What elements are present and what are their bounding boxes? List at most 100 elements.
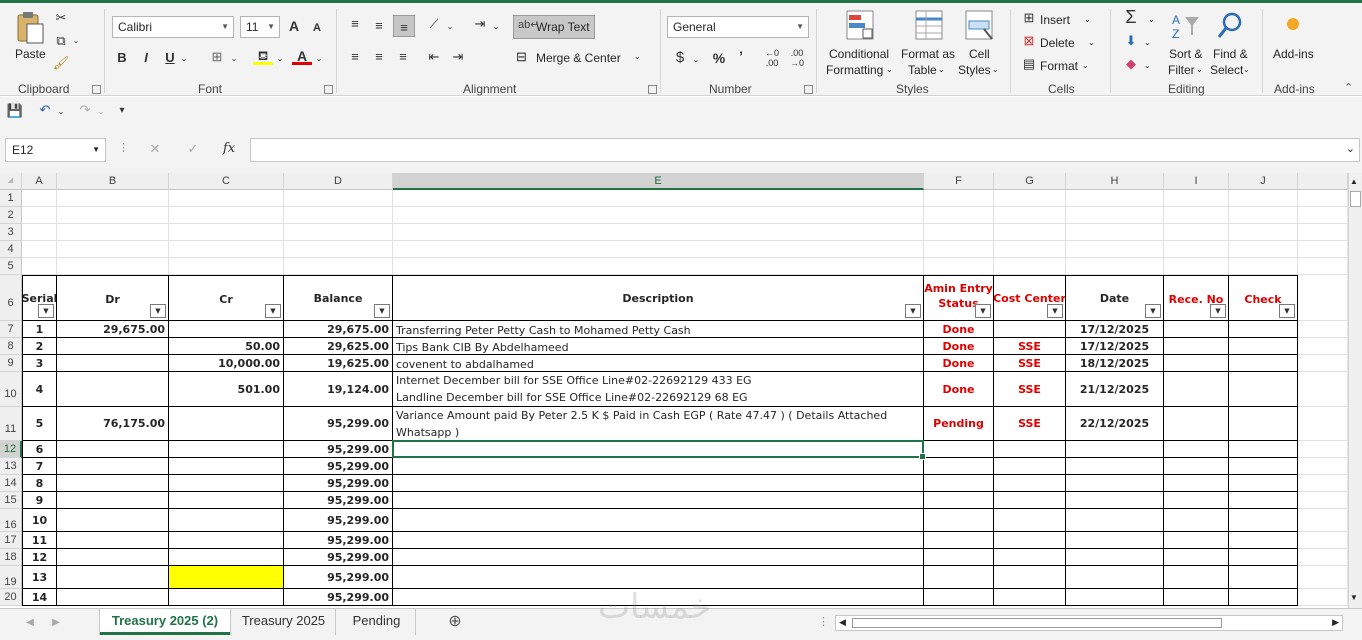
table-cell-cost-center[interactable]: SSE [994,372,1066,407]
font-launcher-icon[interactable] [324,85,333,94]
table-cell-rece-no[interactable] [1164,321,1229,338]
table-cell-check[interactable] [1229,589,1298,606]
italic-button[interactable]: I [137,49,155,67]
cell[interactable] [1298,258,1348,275]
table-cell-status[interactable] [924,549,994,566]
table-cell-date[interactable] [1066,509,1164,532]
column-header-i[interactable]: I [1164,173,1229,190]
cell[interactable] [1298,566,1348,589]
redo-icon[interactable]: ↷ [76,101,94,119]
borders-icon[interactable]: ⊞ [207,48,227,66]
table-cell-rece-no[interactable] [1164,475,1229,492]
cell[interactable] [1066,258,1164,275]
autosum-icon[interactable]: Σ [1120,8,1142,26]
cell[interactable] [994,207,1066,224]
table-cell-dr[interactable] [57,338,169,355]
tab-splitter-icon[interactable]: ⋮ [818,615,829,628]
cell[interactable] [1298,241,1348,258]
table-cell-date[interactable] [1066,532,1164,549]
cell[interactable] [57,241,169,258]
cell[interactable] [1164,207,1229,224]
cell[interactable] [393,224,924,241]
align-bottom-icon[interactable]: ≡ [393,15,415,37]
font-color-dropdown-icon[interactable]: ⌄ [313,50,325,68]
table-cell-status[interactable] [924,492,994,509]
align-middle-icon[interactable]: ≡ [369,17,389,35]
prev-sheet-icon[interactable]: ◀ [24,614,36,632]
currency-dropdown-icon[interactable]: ⌄ [690,51,702,69]
decrease-decimal-icon[interactable]: .00 →0 [787,48,807,68]
table-cell-cr[interactable] [169,492,284,509]
row-header-2[interactable]: 2 [0,207,22,224]
table-cell-check[interactable] [1229,492,1298,509]
cell[interactable] [1066,241,1164,258]
table-cell-date[interactable] [1066,492,1164,509]
table-cell-cost-center[interactable]: SSE [994,407,1066,441]
table-cell-cr[interactable] [169,589,284,606]
cell[interactable] [284,224,393,241]
table-cell-check[interactable] [1229,407,1298,441]
column-header-j[interactable]: J [1229,173,1298,190]
table-cell-cr[interactable]: 501.00 [169,372,284,407]
add-sheet-icon[interactable]: ⊕ [444,613,466,631]
fill-dropdown-icon[interactable]: ⌄ [274,50,286,68]
table-cell-balance[interactable]: 95,299.00 [284,509,393,532]
table-cell-balance[interactable]: 19,625.00 [284,355,393,372]
table-cell-dr[interactable] [57,355,169,372]
formula-input[interactable]: ⌄ [250,138,1360,162]
column-header-blank[interactable] [1298,173,1348,190]
table-cell-status[interactable] [924,532,994,549]
format-as-table-icon[interactable] [914,9,944,44]
table-cell-cost-center[interactable] [994,492,1066,509]
table-cell-balance[interactable]: 29,625.00 [284,338,393,355]
cell[interactable] [1298,549,1348,566]
cell[interactable] [1066,190,1164,207]
table-cell-date[interactable]: 18/12/2025 [1066,355,1164,372]
header-cell-cost-center[interactable]: Cost Center ▼ [994,275,1066,321]
scroll-left-icon[interactable]: ◀ [839,617,846,628]
cell[interactable] [393,190,924,207]
table-cell-rece-no[interactable] [1164,509,1229,532]
table-cell-status[interactable]: Done [924,321,994,338]
cell[interactable] [169,241,284,258]
cell[interactable] [284,241,393,258]
table-cell-cost-center[interactable] [994,475,1066,492]
table-cell-serial[interactable]: 11 [22,532,57,549]
table-cell-cr[interactable] [169,407,284,441]
table-cell-cr[interactable] [169,509,284,532]
table-cell-check[interactable] [1229,441,1298,458]
addins-button[interactable]: Add-ins [1273,47,1314,61]
alignment-launcher-icon[interactable] [648,85,657,94]
table-cell-date[interactable] [1066,549,1164,566]
table-cell-rece-no[interactable] [1164,355,1229,372]
table-cell-check[interactable] [1229,321,1298,338]
cell[interactable] [393,258,924,275]
name-box[interactable]: E12 ▼ [5,138,106,162]
align-left-icon[interactable]: ≡ [345,48,365,66]
table-cell-check[interactable] [1229,458,1298,475]
cell[interactable] [994,241,1066,258]
cell[interactable] [57,258,169,275]
table-cell-date[interactable]: 22/12/2025 [1066,407,1164,441]
table-cell-rece-no[interactable] [1164,589,1229,606]
align-top-icon[interactable]: ≡ [345,15,365,33]
row-header-15[interactable]: 15 [0,492,22,509]
sheet-tab-treasury-2025[interactable]: Treasury 2025 [232,609,336,635]
insert-function-icon[interactable]: fx [218,140,240,158]
comma-button[interactable]: ’ [734,47,748,65]
table-cell-date[interactable] [1066,566,1164,589]
table-cell-description[interactable] [393,549,924,566]
column-header-c[interactable]: C [169,173,284,190]
table-cell-description[interactable]: Tips Bank CIB By Abdelhameed [393,338,924,355]
increase-decimal-icon[interactable]: ←0.00 [762,48,782,68]
insert-button[interactable]: Insert [1040,13,1070,27]
table-cell-cr[interactable] [169,549,284,566]
table-cell-cost-center[interactable] [994,509,1066,532]
table-cell-balance[interactable]: 95,299.00 [284,589,393,606]
filter-dropdown-icon[interactable]: ▼ [265,304,281,318]
cell[interactable] [924,190,994,207]
cell[interactable] [1298,372,1348,407]
row-header-16[interactable]: 16 [0,509,22,532]
cell[interactable] [1164,258,1229,275]
next-sheet-icon[interactable]: ▶ [50,614,62,632]
